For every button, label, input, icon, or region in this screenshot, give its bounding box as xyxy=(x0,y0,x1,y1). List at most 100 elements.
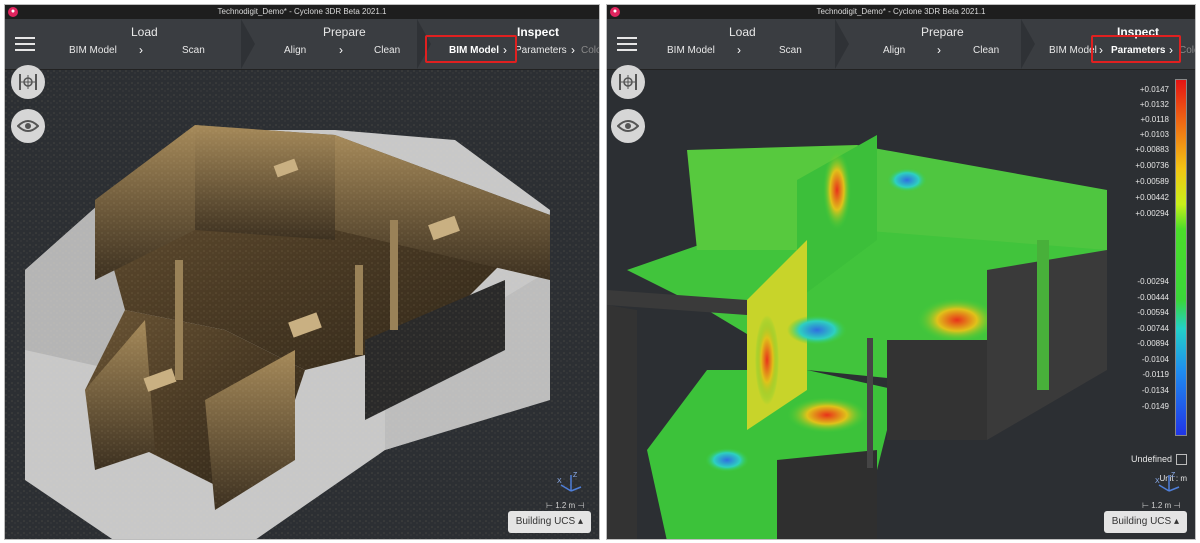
step-prepare-title: Prepare xyxy=(323,25,366,39)
view-fit-icon[interactable] xyxy=(11,65,45,99)
load-scan[interactable]: Scan xyxy=(779,45,802,56)
chevron-right-icon: › xyxy=(571,43,575,57)
color-scale-bar[interactable] xyxy=(1175,79,1187,436)
step-prepare-title: Prepare xyxy=(921,25,964,39)
step-prepare: Prepare Align › Clean xyxy=(257,19,427,69)
step-load: Load BIM Model › Scan xyxy=(47,19,247,69)
svg-text:X: X xyxy=(557,478,562,485)
deviation-coldspot xyxy=(705,448,749,472)
load-bim-model[interactable]: BIM Model xyxy=(667,45,715,56)
hamburger-icon[interactable] xyxy=(15,33,35,55)
step-load-title: Load xyxy=(729,25,756,39)
column xyxy=(355,265,363,355)
deviation-hotspot xyxy=(917,298,997,342)
right-viewport-window: ● Technodigit_Demo* - Cyclone 3DR Beta 2… xyxy=(606,4,1196,540)
load-bim-model[interactable]: BIM Model xyxy=(69,45,117,56)
caret-up-icon: ▴ xyxy=(577,516,583,527)
undefined-label: Undefined xyxy=(1130,453,1172,464)
legend-value: -0.00444 xyxy=(1137,293,1169,302)
eye-icon[interactable] xyxy=(11,109,45,143)
chevron-right-icon: › xyxy=(139,43,143,57)
workflow-toolbar: Load BIM Model › Scan Prepare Align › Cl… xyxy=(607,19,1195,70)
ucs-dropdown[interactable]: Building UCS ▴ xyxy=(1103,511,1187,533)
chevron-right-icon: › xyxy=(937,43,941,57)
legend-value: -0.0119 xyxy=(1142,370,1169,379)
legend-value: +0.0103 xyxy=(1139,130,1169,139)
legend-value: -0.0149 xyxy=(1141,402,1169,411)
chevron-right-icon: › xyxy=(737,43,741,57)
legend-value: -0.00294 xyxy=(1137,277,1169,286)
legend-value: +0.00294 xyxy=(1135,209,1169,218)
column-deviation xyxy=(1037,240,1049,390)
point-cloud-scene[interactable] xyxy=(5,70,600,540)
view-fit-icon[interactable] xyxy=(611,65,645,99)
svg-text:X: X xyxy=(1155,478,1160,485)
svg-text:Z: Z xyxy=(1171,472,1176,479)
ucs-label: Building UCS xyxy=(1111,516,1172,527)
svg-text:Z: Z xyxy=(573,472,578,479)
workflow-toolbar: Load BIM Model › Scan Prepare Align › Cl… xyxy=(5,19,599,70)
app-logo-icon: ● xyxy=(8,7,18,17)
bim-beam xyxy=(867,338,873,468)
inspect-parameters[interactable]: Parameters xyxy=(515,45,567,56)
scale-bar: ⊢ 1.2 m ⊣ xyxy=(546,501,585,510)
prepare-clean[interactable]: Clean xyxy=(374,45,400,56)
step-prepare: Prepare Align › Clean xyxy=(851,19,1021,69)
legend-value: -0.00894 xyxy=(1137,339,1169,348)
ucs-label: Building UCS xyxy=(515,516,576,527)
deviation-hotspot xyxy=(755,315,779,405)
axis-gizmo: Z X xyxy=(1155,472,1180,492)
window-title: Technodigit_Demo* - Cyclone 3DR Beta 202… xyxy=(217,7,387,16)
column xyxy=(175,260,183,380)
title-bar: ● Technodigit_Demo* - Cyclone 3DR Beta 2… xyxy=(5,5,599,19)
left-viewport-window: ● Technodigit_Demo* - Cyclone 3DR Beta 2… xyxy=(4,4,600,540)
legend-value: +0.00442 xyxy=(1135,193,1169,202)
deviation-coldspot xyxy=(887,168,927,192)
legend-value: +0.00736 xyxy=(1135,161,1169,170)
window-title: Technodigit_Demo* - Cyclone 3DR Beta 202… xyxy=(816,7,986,16)
undefined-toggle[interactable]: Undefined xyxy=(1131,454,1187,465)
parameters-highlight xyxy=(1091,35,1181,63)
legend-value: +0.00589 xyxy=(1135,177,1169,186)
scan-points-overlay xyxy=(5,70,599,539)
title-bar: ● Technodigit_Demo* - Cyclone 3DR Beta 2… xyxy=(607,5,1195,19)
legend-value: +0.00883 xyxy=(1135,145,1169,154)
deviation-map-scene[interactable] xyxy=(607,70,1196,540)
deviation-coldspot xyxy=(787,315,847,345)
deviation-legend: +0.0147 +0.0132 +0.0118 +0.0103 +0.00883 +0.0… xyxy=(1111,77,1191,483)
inspect-color[interactable]: Colo xyxy=(1179,45,1195,56)
inspect-bim-model[interactable]: BIM Model xyxy=(1049,45,1097,56)
scale-label: 1.2 m xyxy=(1151,501,1172,510)
bim-wall xyxy=(777,450,877,539)
legend-value: +0.0132 xyxy=(1139,100,1169,109)
hamburger-icon[interactable] xyxy=(617,33,637,55)
eye-icon[interactable] xyxy=(611,109,645,143)
step-load: Load BIM Model › Scan xyxy=(649,19,849,69)
legend-value: +0.0118 xyxy=(1140,115,1169,124)
bim-model-highlight xyxy=(425,35,517,63)
deviation-hotspot xyxy=(823,150,851,230)
bim-wall xyxy=(887,340,987,440)
app-logo-icon: ● xyxy=(610,7,620,17)
legend-value: -0.0134 xyxy=(1141,386,1169,395)
deviation-hotspot xyxy=(787,397,867,433)
axis-gizmo: Z X xyxy=(557,472,582,492)
prepare-clean[interactable]: Clean xyxy=(973,45,999,56)
ucs-dropdown[interactable]: Building UCS ▴ xyxy=(507,511,591,533)
legend-value: -0.00594 xyxy=(1137,308,1169,317)
step-separator xyxy=(241,19,255,69)
prepare-align[interactable]: Align xyxy=(284,45,306,56)
scale-label: 1.2 m xyxy=(555,501,576,510)
legend-value: +0.0147 xyxy=(1139,85,1169,94)
inspect-color[interactable]: Colo xyxy=(581,45,599,56)
scale-bar: ⊢ 1.2 m ⊣ xyxy=(1142,501,1181,510)
column xyxy=(390,220,398,330)
chevron-right-icon: › xyxy=(339,43,343,57)
load-scan[interactable]: Scan xyxy=(182,45,205,56)
step-separator xyxy=(835,19,849,69)
prepare-align[interactable]: Align xyxy=(883,45,905,56)
undefined-checkbox[interactable] xyxy=(1176,454,1187,465)
legend-value: -0.00744 xyxy=(1137,324,1169,333)
step-inspect-title: Inspect xyxy=(517,25,560,39)
bim-wall xyxy=(607,305,637,539)
